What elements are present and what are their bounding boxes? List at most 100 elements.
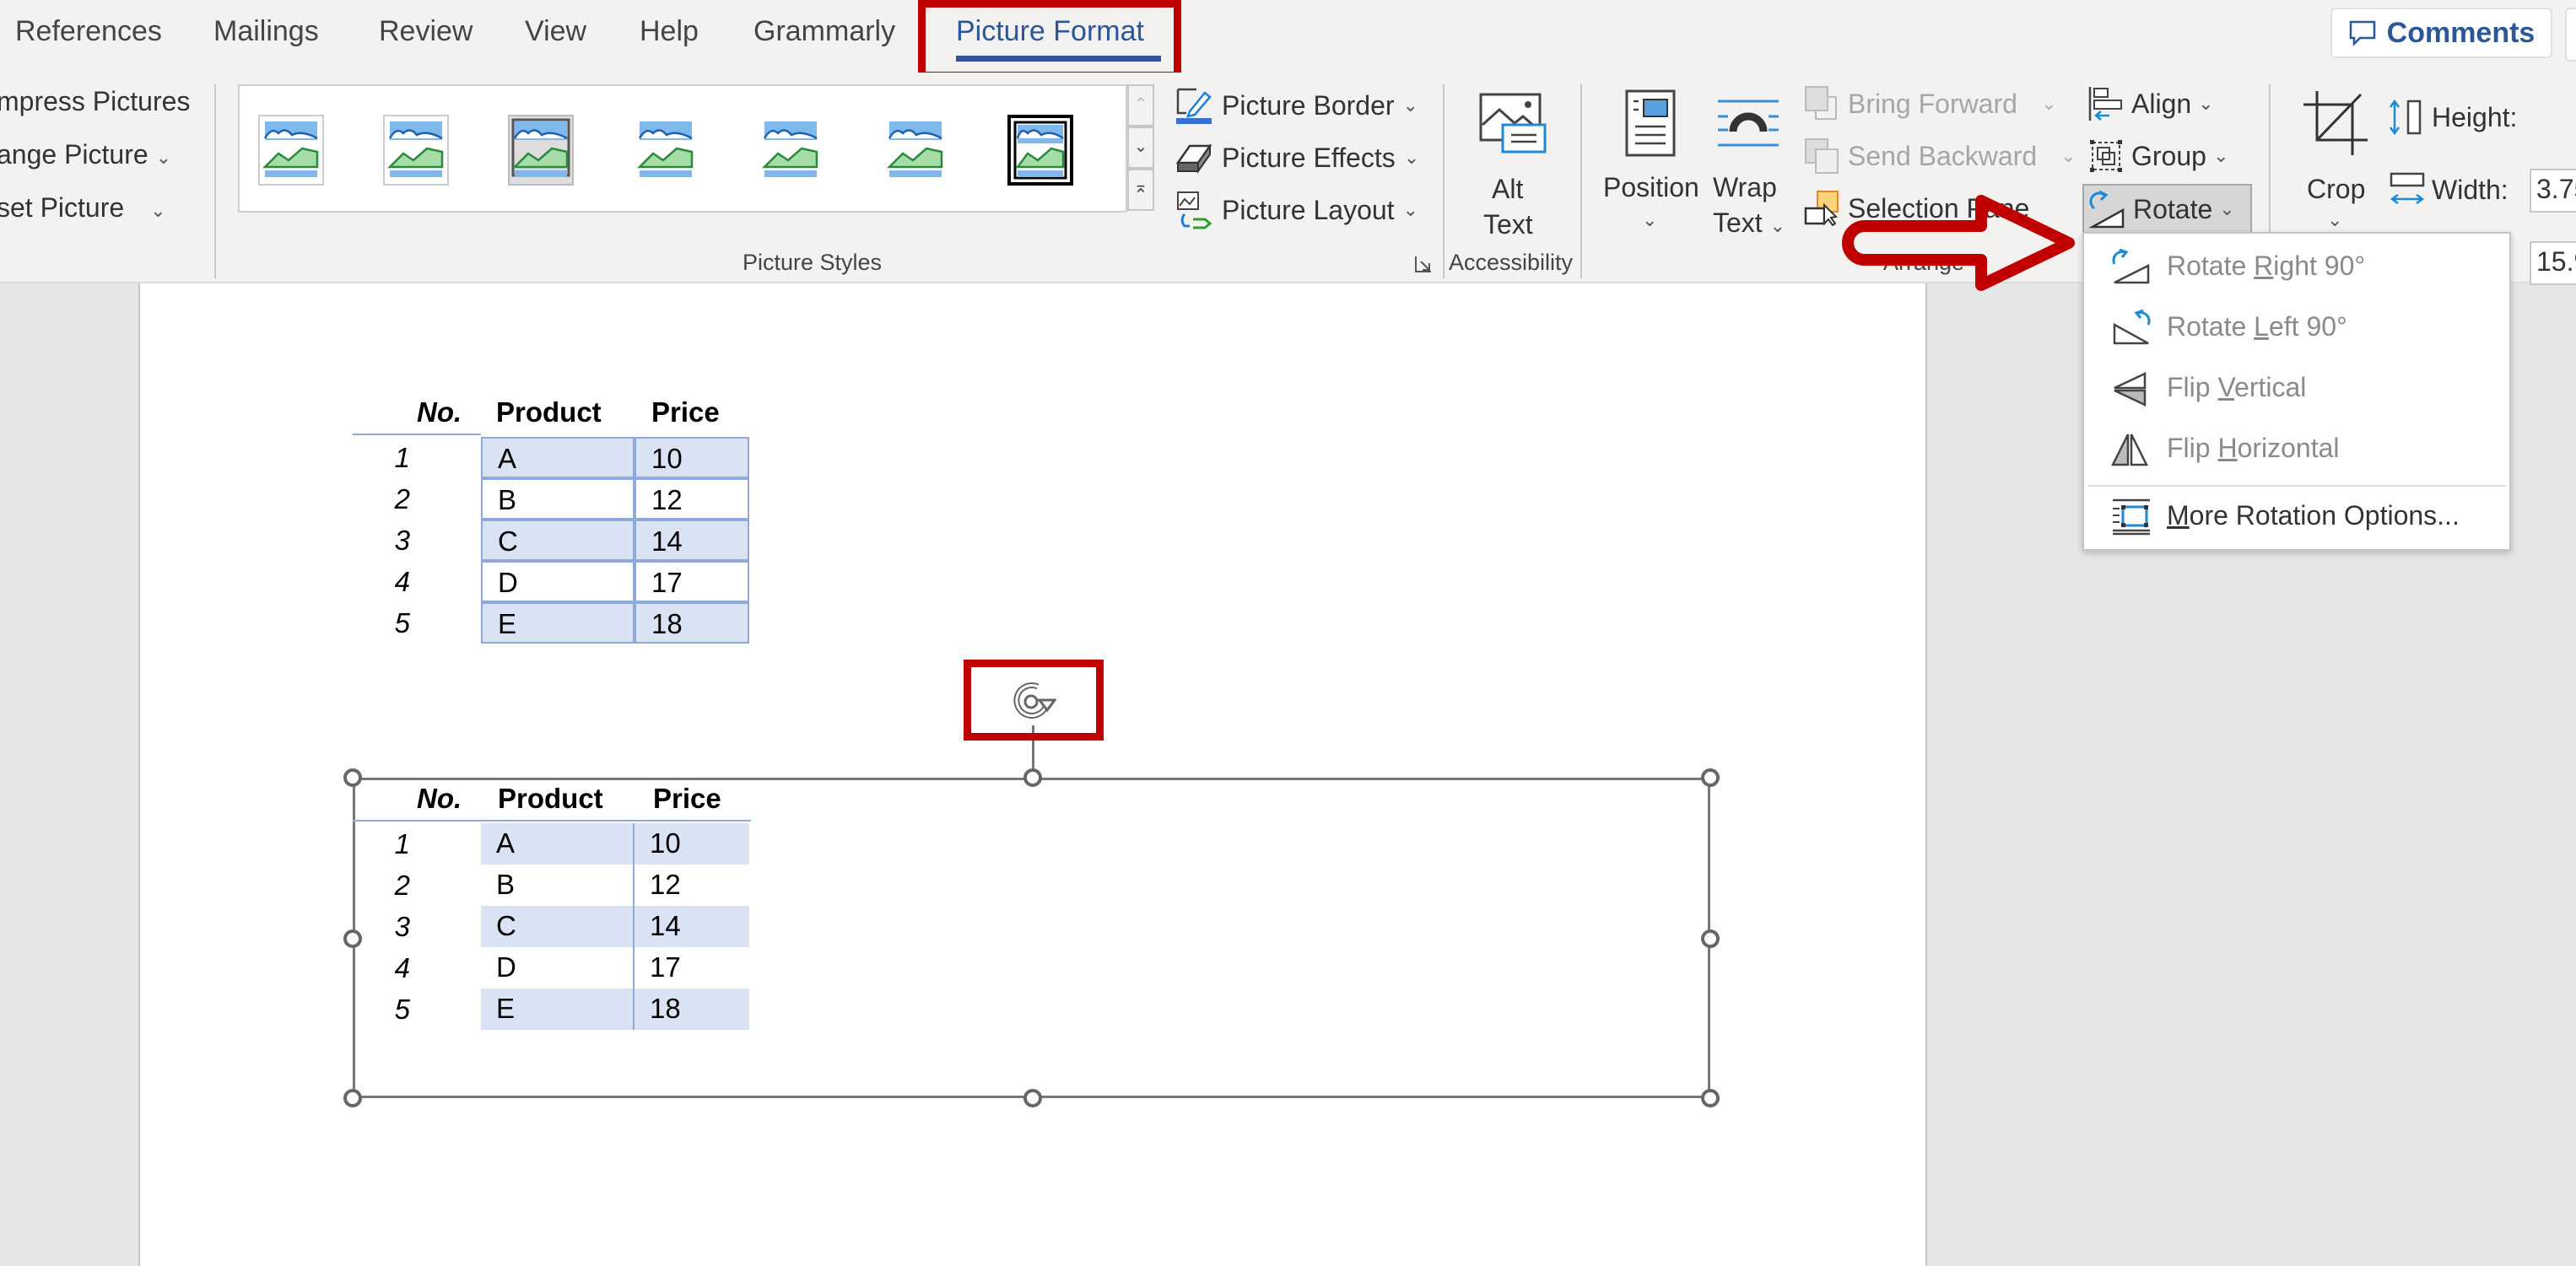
resize-handle-middle-left[interactable] bbox=[343, 929, 362, 948]
comments-label: Comments bbox=[2386, 16, 2535, 49]
alt-text-icon bbox=[1479, 93, 1547, 154]
group-label: Group bbox=[2131, 140, 2206, 171]
cell-product: C bbox=[481, 906, 635, 947]
crop-button[interactable]: Crop ⌄ bbox=[2292, 84, 2379, 245]
menu-item-label: Rotate Left 90° bbox=[2167, 311, 2347, 342]
highlight-picture-format-tab bbox=[918, 0, 1181, 79]
picture-layout-label: Picture Layout bbox=[1222, 194, 1395, 225]
resize-handle-top-right[interactable] bbox=[1701, 768, 1720, 787]
resize-handle-top-center[interactable] bbox=[1023, 768, 1042, 787]
bring-forward-button[interactable]: Bring Forward ⌄ bbox=[1804, 83, 2056, 125]
picture-styles-gallery[interactable] bbox=[238, 84, 1127, 213]
tab-review[interactable]: Review bbox=[379, 15, 473, 48]
tab-references[interactable]: References bbox=[15, 15, 162, 48]
cell-product: D bbox=[481, 561, 635, 602]
rotate-dropdown-menu: Rotate Right 90° Rotate Left 90° Flip Ve… bbox=[2082, 232, 2511, 551]
width-label: Width: bbox=[2432, 174, 2508, 205]
row-number: 2 bbox=[394, 483, 410, 514]
menu-item-flip-horizontal[interactable]: Flip Horizontal bbox=[2084, 421, 2509, 480]
picture-style-thumbnail[interactable] bbox=[883, 115, 948, 186]
selection-pane-icon bbox=[1804, 191, 1839, 227]
menu-item-label: Flip Horizontal bbox=[2167, 433, 2340, 463]
chevron-down-icon: ⌄ bbox=[2060, 145, 2076, 166]
picture-style-preview-icon bbox=[383, 115, 449, 186]
chevron-down-icon: ⌄ bbox=[2198, 93, 2214, 114]
row-number: 1 bbox=[394, 442, 410, 473]
more-rotation-options-icon bbox=[2113, 498, 2150, 536]
gallery-more-button[interactable]: ⌅ bbox=[1127, 169, 1154, 211]
cell-price: 12 bbox=[635, 478, 749, 520]
menu-item-flip-vertical[interactable]: Flip Vertical bbox=[2084, 360, 2509, 419]
group-separator bbox=[214, 84, 216, 278]
crop-label: Crop bbox=[2307, 174, 2366, 204]
picture-style-preview-icon bbox=[636, 121, 694, 177]
dialog-launcher-icon bbox=[1415, 256, 1431, 272]
reset-picture-label: set Picture bbox=[0, 192, 125, 223]
gallery-scroll-up-button[interactable]: ⌃ bbox=[1127, 84, 1154, 127]
chevron-down-icon: ⌄ bbox=[155, 147, 171, 168]
menu-item-label: Flip Vertical bbox=[2167, 372, 2307, 402]
row-number: 3 bbox=[394, 911, 410, 942]
picture-effects-button[interactable]: Picture Effects ⌄ bbox=[1175, 137, 1419, 179]
compress-pictures-button[interactable]: mpress Pictures bbox=[0, 86, 190, 117]
picture-style-thumbnail[interactable] bbox=[383, 115, 449, 186]
height-row: Height: bbox=[2388, 98, 2517, 137]
highlight-rotation-handle bbox=[964, 660, 1104, 741]
align-button[interactable]: Align ⌄ bbox=[2087, 83, 2214, 125]
cell-price: 18 bbox=[635, 602, 749, 644]
picture-style-thumbnail[interactable] bbox=[758, 115, 824, 186]
picture-layout-button[interactable]: Picture Layout ⌄ bbox=[1175, 189, 1418, 231]
menu-item-more-rotation-options[interactable]: More Rotation Options... bbox=[2084, 488, 2509, 547]
rotate-button[interactable]: Rotate ⌄ bbox=[2082, 184, 2252, 234]
height-input[interactable]: 3.75 bbox=[2530, 169, 2576, 213]
gallery-scroll-down-button[interactable]: ⌄ bbox=[1127, 127, 1154, 169]
group-button[interactable]: Group ⌄ bbox=[2087, 135, 2228, 177]
menu-item-rotate-left-90[interactable]: Rotate Left 90° bbox=[2084, 299, 2509, 358]
change-picture-button[interactable]: ange Picture ⌄ bbox=[0, 139, 171, 170]
resize-handle-top-left[interactable] bbox=[343, 768, 362, 787]
resize-handle-bottom-right[interactable] bbox=[1701, 1089, 1720, 1107]
format-picture-dialog-launcher[interactable] bbox=[1414, 255, 1433, 273]
row-number: 5 bbox=[394, 994, 410, 1025]
chevron-down-icon: ⌄ bbox=[2219, 198, 2235, 219]
cell-product: A bbox=[481, 823, 635, 865]
resize-handle-bottom-center[interactable] bbox=[1023, 1089, 1042, 1107]
rotate-label: Rotate bbox=[2133, 193, 2213, 224]
picture-style-thumbnail[interactable] bbox=[508, 115, 574, 186]
shape-width-icon bbox=[2390, 172, 2425, 205]
tab-help[interactable]: Help bbox=[640, 15, 699, 48]
picture-style-thumbnail[interactable] bbox=[258, 115, 324, 186]
resize-handle-bottom-left[interactable] bbox=[343, 1089, 362, 1107]
picture-border-button[interactable]: Picture Border ⌄ bbox=[1175, 84, 1418, 127]
column-header-price: Price bbox=[651, 396, 720, 428]
picture-style-thumbnail[interactable] bbox=[1007, 115, 1073, 186]
cell-product: E bbox=[481, 989, 635, 1030]
group-separator bbox=[1580, 84, 1582, 278]
flip-horizontal-icon bbox=[2111, 434, 2149, 466]
position-button[interactable]: Position ⌄ bbox=[1601, 84, 1701, 245]
picture-style-thumbnail[interactable] bbox=[633, 115, 699, 186]
alt-text-button[interactable]: Alt Text bbox=[1475, 91, 1551, 243]
comments-button[interactable]: Comments bbox=[2330, 8, 2552, 58]
send-backward-button[interactable]: Send Backward ⌄ bbox=[1804, 135, 2076, 177]
tab-view[interactable]: View bbox=[525, 15, 586, 48]
picture-header-no: No. bbox=[417, 783, 462, 814]
menu-item-rotate-right-90[interactable]: Rotate Right 90° bbox=[2084, 239, 2509, 298]
position-icon bbox=[1625, 89, 1676, 157]
share-button[interactable] bbox=[2565, 8, 2576, 62]
tab-mailings[interactable]: Mailings bbox=[213, 15, 319, 48]
bring-forward-icon bbox=[1805, 86, 1837, 120]
chevron-down-icon: ⌄ bbox=[2212, 145, 2229, 166]
resize-handle-middle-right[interactable] bbox=[1701, 929, 1720, 948]
shape-height-icon bbox=[2389, 99, 2422, 136]
chevron-down-icon: ⌄ bbox=[2040, 93, 2057, 114]
cell-price: 14 bbox=[635, 520, 749, 561]
annotation-arrow-icon bbox=[1842, 195, 2075, 291]
rotate-left-icon bbox=[2113, 310, 2151, 345]
wrap-text-button[interactable]: Wrap Text ⌄ bbox=[1704, 84, 1797, 245]
width-input[interactable]: 15.9 bbox=[2530, 241, 2576, 285]
crop-icon bbox=[2303, 91, 2368, 155]
tab-grammarly[interactable]: Grammarly bbox=[753, 15, 895, 48]
menu-item-label: More Rotation Options... bbox=[2167, 500, 2460, 531]
reset-picture-button[interactable]: set Picture ⌄ bbox=[0, 192, 166, 224]
